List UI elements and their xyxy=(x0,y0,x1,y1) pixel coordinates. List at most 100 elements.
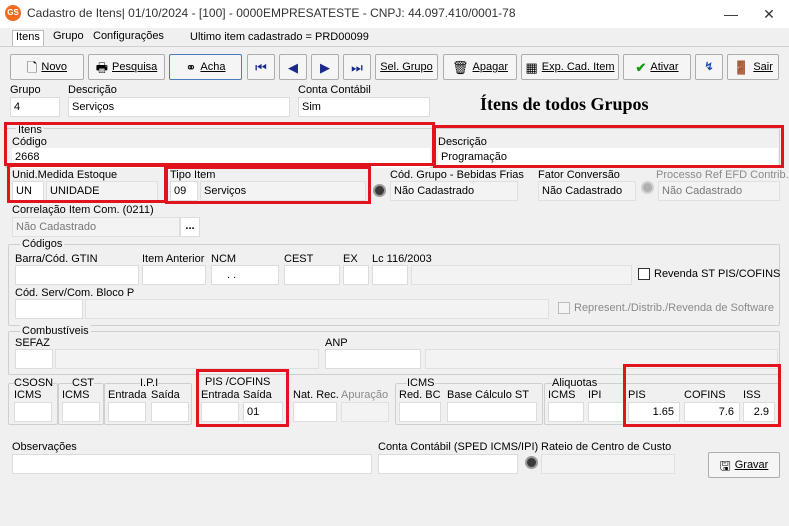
grupo-label: Grupo xyxy=(10,84,41,96)
checkmark-icon: ✔ xyxy=(635,59,647,75)
first-icon: ⏮ xyxy=(255,59,267,75)
prev-record-button[interactable]: ◀ xyxy=(279,54,307,80)
conta-sped-field[interactable] xyxy=(378,454,518,474)
last-record-button[interactable]: ⏭ xyxy=(343,54,371,80)
tipo-code-field[interactable]: 09 xyxy=(170,181,198,201)
red-bc-field[interactable] xyxy=(399,402,441,422)
new-document-icon: 🗋 xyxy=(26,59,38,75)
represent-label: Represent./Distrib./Revenda de Software xyxy=(574,302,774,314)
barra-field[interactable] xyxy=(15,265,139,285)
sefaz-code-field[interactable] xyxy=(15,349,53,369)
unid-medida-label: Unid.Medida Estoque xyxy=(12,169,118,181)
base-calculo-st-label: Base Cálculo ST xyxy=(447,389,529,401)
item-anterior-field[interactable] xyxy=(142,265,206,285)
novo-button[interactable]: 🗋 Novo xyxy=(10,54,84,80)
al-pis-label: PIS xyxy=(628,389,646,401)
icms-group-label: ICMS xyxy=(407,377,435,389)
rateio-field xyxy=(541,454,675,474)
cod-serv-field[interactable] xyxy=(15,299,83,319)
codigos-group-label: Códigos xyxy=(20,238,65,250)
codigo-field[interactable]: 2668 xyxy=(12,148,430,168)
sel-grupo-button[interactable]: Sel. Grupo xyxy=(375,54,438,80)
pc-saida-field[interactable]: 01 xyxy=(243,402,283,422)
tab-grupo[interactable]: Grupo xyxy=(50,30,87,46)
pesquisa-button[interactable]: 🖶 Pesquisa xyxy=(88,54,165,80)
cest-field[interactable] xyxy=(284,265,340,285)
ex-field[interactable] xyxy=(343,265,369,285)
table-icon: ▦ xyxy=(525,59,538,75)
close-button[interactable]: ✕ xyxy=(754,3,784,25)
al-cofins-field[interactable]: 7.6 xyxy=(684,402,740,422)
cst-icms-field[interactable] xyxy=(62,402,100,422)
lc116-label: Lc 116/2003 xyxy=(372,253,432,265)
apagar-button[interactable]: 🗑 Apagar xyxy=(443,54,517,80)
gravar-button[interactable]: 🖫 Gravar xyxy=(708,452,780,478)
base-calculo-st-field[interactable] xyxy=(447,402,537,422)
apuracao-field xyxy=(341,402,389,422)
sefaz-desc-field xyxy=(55,349,319,369)
pc-entrada-label: Entrada xyxy=(201,389,240,401)
descricao-grupo-field[interactable]: Serviços xyxy=(68,97,290,117)
anp-label: ANP xyxy=(325,337,348,349)
observacoes-field[interactable] xyxy=(12,454,372,474)
next-record-button[interactable]: ▶ xyxy=(311,54,339,80)
al-icms-field[interactable] xyxy=(548,402,584,422)
page-title: Ítens de todos Grupos xyxy=(480,94,649,114)
processo-radio[interactable] xyxy=(641,181,654,194)
pc-saida-label: Saída xyxy=(243,389,272,401)
codigo-label: Código xyxy=(12,136,47,148)
exp-cad-item-button[interactable]: ▦ Exp. Cad. Item xyxy=(521,54,619,80)
rateio-radio[interactable] xyxy=(525,456,538,469)
apuracao-label: Apuração xyxy=(341,389,389,401)
al-pis-field[interactable]: 1.65 xyxy=(628,402,680,422)
tipo-name-field: Serviços xyxy=(200,181,366,201)
unid-name-field: UNIDADE xyxy=(46,181,158,201)
correlacao-button[interactable]: ... xyxy=(180,217,200,237)
acha-button[interactable]: ⚭ Acha xyxy=(169,54,242,80)
grupo-field[interactable]: 4 xyxy=(10,97,60,117)
lc116-field[interactable] xyxy=(372,265,408,285)
al-iss-label: ISS xyxy=(743,389,761,401)
rateio-label: Rateio de Centro de Custo xyxy=(541,441,672,453)
correlacao-label: Correlação Item Com. (0211) xyxy=(12,204,154,216)
sair-button[interactable]: 🚪 Sair xyxy=(727,54,779,80)
correlacao-field: Não Cadastrado xyxy=(12,217,180,237)
ncm-field[interactable]: . . xyxy=(211,265,279,285)
revenda-st-checkbox[interactable] xyxy=(638,268,650,280)
anp-code-field[interactable] xyxy=(325,349,421,369)
unid-code-field[interactable]: UN xyxy=(12,181,44,201)
cst-icms-label: ICMS xyxy=(62,389,90,401)
descricao-item-field[interactable]: Programação xyxy=(438,148,778,168)
last-icon: ⏭ xyxy=(351,59,363,75)
history-button[interactable]: ↯ xyxy=(695,54,723,80)
ativar-button[interactable]: ✔ Ativar xyxy=(623,54,691,80)
ipi-saida-field[interactable] xyxy=(151,402,189,422)
tab-configuracoes[interactable]: Configurações xyxy=(90,30,167,46)
trash-icon: 🗑 xyxy=(452,59,469,75)
bebidas-radio[interactable] xyxy=(373,184,386,197)
tab-itens[interactable]: Itens xyxy=(12,30,44,46)
last-item-label: Ultimo item cadastrado = PRD00099 xyxy=(190,31,369,43)
conta-contabil-field[interactable]: Sim xyxy=(298,97,430,117)
nat-rec-field[interactable] xyxy=(293,402,337,422)
itens-group-label: Itens xyxy=(16,124,44,136)
represent-checkbox[interactable] xyxy=(558,302,570,314)
item-anterior-label: Item Anterior xyxy=(142,253,205,265)
al-icms-label: ICMS xyxy=(548,389,576,401)
fator-conversao-label: Fator Conversão xyxy=(538,169,620,181)
csosn-icms-field[interactable] xyxy=(14,402,52,422)
minimize-button[interactable]: — xyxy=(716,3,746,25)
first-record-button[interactable]: ⏮ xyxy=(247,54,275,80)
history-icon: ↯ xyxy=(704,60,714,73)
next-icon: ▶ xyxy=(320,59,330,75)
printer-icon: 🖶 xyxy=(95,59,108,75)
al-ipi-field[interactable] xyxy=(588,402,624,422)
ipi-label: I.P.I xyxy=(140,377,159,389)
ex-label: EX xyxy=(343,253,358,265)
al-cofins-label: COFINS xyxy=(684,389,726,401)
pc-entrada-field[interactable] xyxy=(201,402,239,422)
ipi-entrada-field[interactable] xyxy=(108,402,146,422)
cest-label: CEST xyxy=(284,253,314,265)
processo-label: Processo Ref EFD Contrib. xyxy=(656,169,789,181)
al-iss-field[interactable]: 2.9 xyxy=(743,402,775,422)
